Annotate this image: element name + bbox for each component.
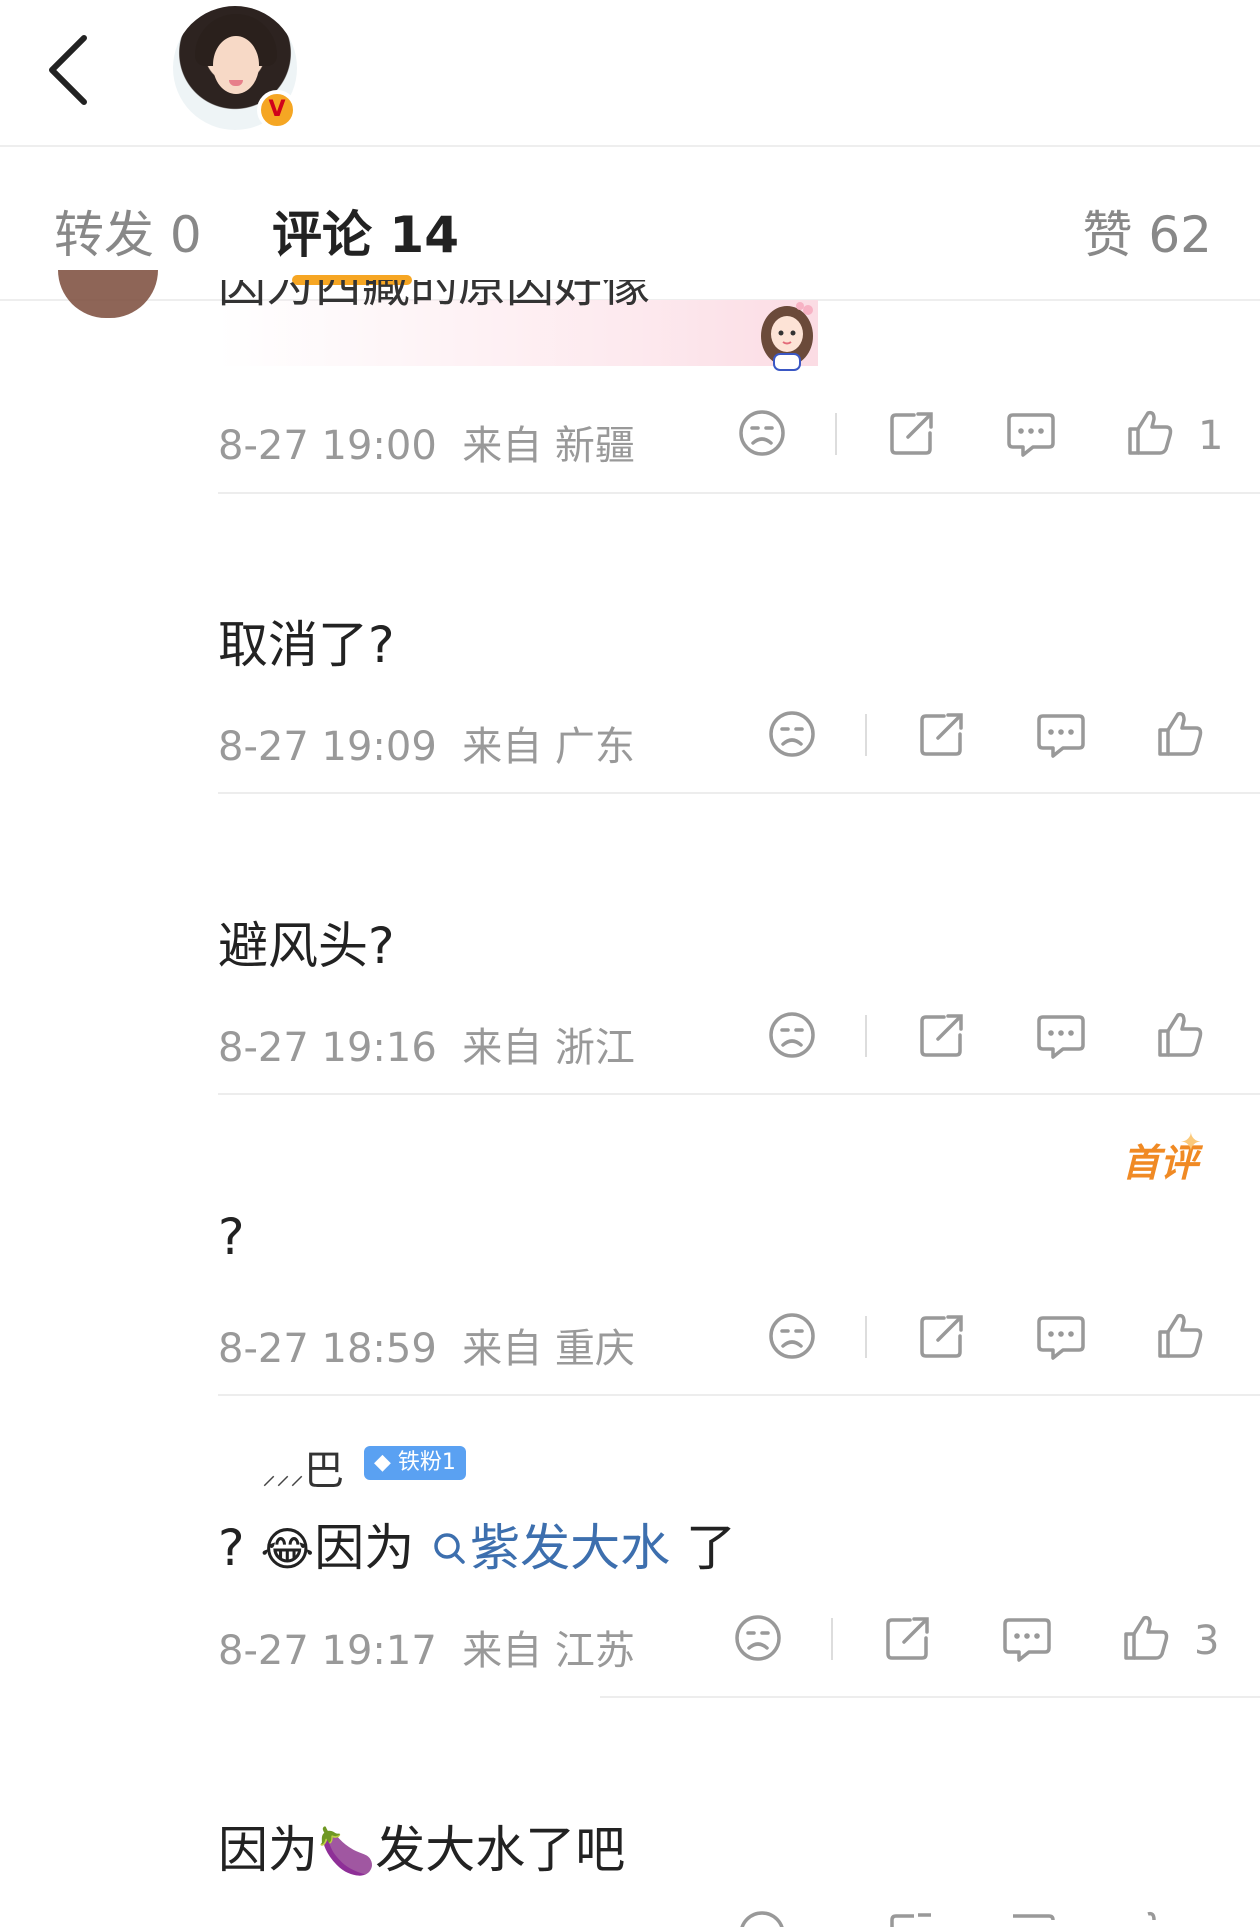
comment-divider [218, 492, 1260, 494]
commenter-avatar[interactable] [58, 270, 158, 318]
reply-bubble-icon[interactable] [1033, 706, 1089, 762]
author-avatar[interactable]: V [173, 6, 303, 136]
share-icon[interactable] [914, 706, 970, 762]
thumbs-up-icon[interactable] [1118, 1610, 1174, 1666]
chevron-left-icon [49, 35, 87, 105]
reply-bubble-icon[interactable] [1033, 1007, 1089, 1063]
laughing-tears-emoji-icon: 😂 [260, 1522, 315, 1576]
thumbs-up-icon[interactable] [1122, 405, 1178, 461]
comment-divider [600, 1696, 1260, 1698]
reply-bubble-icon[interactable] [1033, 1308, 1089, 1364]
back-button[interactable] [40, 30, 100, 110]
comment-meta-row: 8-27 19:17 来自 江苏 3 [218, 1610, 1260, 1674]
reply-bubble-icon[interactable] [1003, 1906, 1059, 1927]
like-count: 3 [1194, 1618, 1220, 1664]
comment-text: 取消了? [218, 616, 395, 674]
comment-text: ? [218, 1208, 245, 1266]
comment-text: 因为西藏的原因好像 [218, 280, 651, 313]
reply-bubble-icon[interactable] [999, 1610, 1055, 1666]
comment-text: 因为🍆发大水了吧 [218, 1821, 626, 1879]
share-icon[interactable] [880, 1610, 936, 1666]
comment-divider [218, 1093, 1260, 1095]
comment-meta-row [218, 1906, 1260, 1927]
topic-link[interactable]: 紫发大水 [430, 1519, 670, 1577]
dislike-face-icon[interactable] [734, 405, 790, 461]
top-bar: V [0, 0, 1260, 147]
cartoon-girl-sticker-icon [761, 302, 813, 371]
comment-meta-row: 8-27 19:00 来自 新疆 1 [218, 405, 1260, 469]
comment-time-location: 8-27 19:16 来自 浙江 [218, 1025, 635, 1071]
dislike-face-icon[interactable] [730, 1610, 786, 1666]
verified-badge-icon: V [257, 90, 297, 130]
tab-bar: 转发 0 评论 14 赞 62 [0, 147, 1260, 301]
dislike-face-icon[interactable] [764, 1308, 820, 1364]
comment-meta-row: 8-27 19:16 来自 浙江 [218, 1007, 1260, 1071]
share-icon[interactable] [884, 405, 940, 461]
tab-repost[interactable]: 转发 0 [54, 195, 202, 267]
dislike-face-icon[interactable] [764, 1007, 820, 1063]
commenter-name[interactable]: ⸝⸝⸝巴 [262, 1438, 344, 1496]
thumbs-up-icon[interactable] [1152, 1007, 1208, 1063]
thumbs-up-icon[interactable] [1152, 1308, 1208, 1364]
comment-divider [218, 792, 1260, 794]
comment-time-location: 8-27 19:17 来自 江苏 [218, 1628, 635, 1674]
diamond-icon: ◆ [374, 1450, 391, 1475]
share-icon[interactable] [914, 1007, 970, 1063]
comment-text: 避风头? [218, 917, 395, 975]
sparkle-icon: ✦ [1180, 1128, 1202, 1158]
tab-comment[interactable]: 评论 14 [272, 195, 459, 267]
like-count: 1 [1198, 413, 1224, 459]
thumbs-up-icon[interactable] [1152, 706, 1208, 762]
comment-text: ? 😂因为 紫发大水 了 [218, 1519, 737, 1577]
dislike-face-icon[interactable] [764, 706, 820, 762]
tab-like[interactable]: 赞 62 [1082, 195, 1212, 267]
eggplant-emoji-icon: 🍆 [318, 1824, 376, 1878]
comment-meta-row: 8-27 19:09 来自 广东 [218, 706, 1260, 770]
reply-bubble-icon[interactable] [1003, 405, 1059, 461]
comment-time-location: 8-27 18:59 来自 重庆 [218, 1326, 635, 1372]
comment-divider [218, 1394, 1260, 1396]
share-icon[interactable] [884, 1906, 940, 1927]
thumbs-up-icon[interactable] [1122, 1906, 1178, 1927]
fan-level-badge: ◆ 铁粉1 [364, 1446, 466, 1480]
comment-time-location: 8-27 19:00 来自 新疆 [218, 423, 635, 469]
comment-meta-row: 8-27 18:59 来自 重庆 [218, 1308, 1260, 1372]
comment-time-location: 8-27 19:09 来自 广东 [218, 724, 635, 770]
dislike-face-icon[interactable] [734, 1906, 790, 1927]
search-icon [434, 1533, 465, 1564]
share-icon[interactable] [914, 1308, 970, 1364]
